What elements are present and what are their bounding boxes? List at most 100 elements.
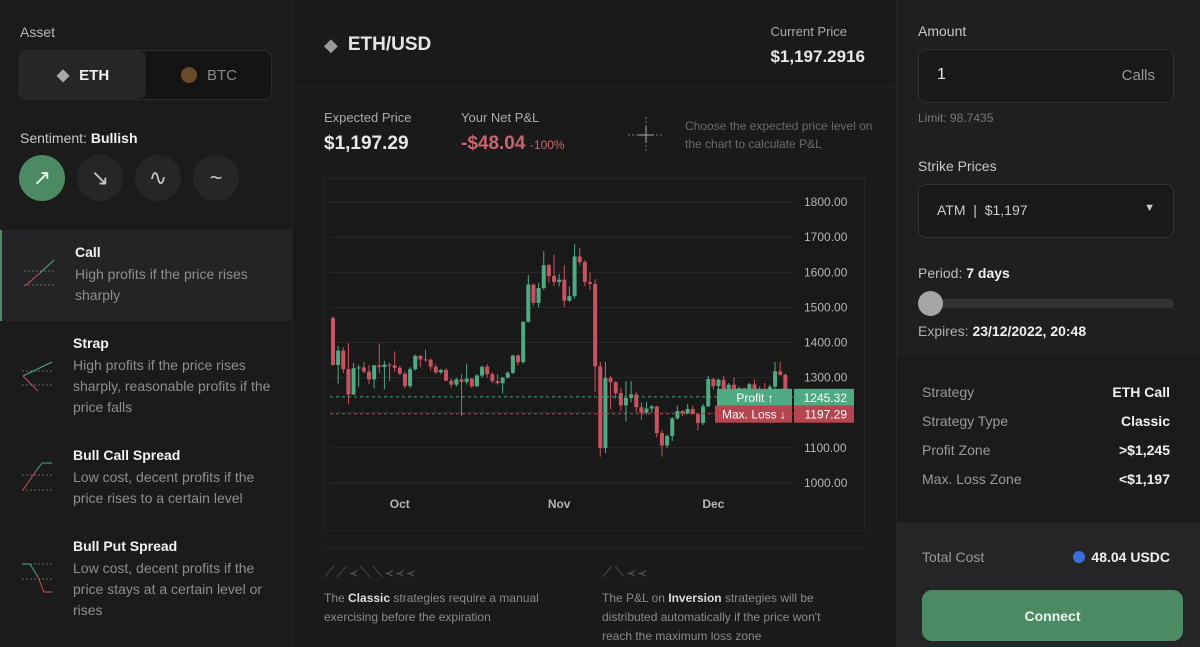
candle (685, 408, 690, 414)
candle (783, 374, 788, 390)
candle (711, 379, 716, 387)
crosshair-icon (628, 117, 664, 153)
candle (351, 368, 356, 395)
sentiment-volatile-button[interactable]: ∿ (135, 155, 181, 201)
left-panel: Asset ◆ ETH BTC Sentiment: Bullish ↗ ↘ ∿ … (0, 0, 293, 647)
candle (418, 355, 423, 360)
total-cost-value: 48.04 USDC (1091, 549, 1170, 565)
connect-button[interactable]: Connect (922, 590, 1183, 641)
level-value: 1245.32 (804, 391, 848, 405)
candle (346, 369, 351, 395)
period-label-text: Period: (918, 265, 963, 281)
sentiment-bearish-button[interactable]: ↘ (77, 155, 123, 201)
x-tick-label: Nov (548, 497, 571, 511)
period-slider[interactable] (918, 291, 1174, 316)
bull-call-spread-payoff-icon (22, 462, 52, 491)
candle (444, 369, 449, 381)
total-cost: Total Cost 48.04 USDC (922, 549, 1170, 565)
strategy-strap[interactable]: Strap High profits if the price rises sh… (0, 335, 293, 418)
candle (490, 374, 495, 382)
candle (644, 408, 649, 413)
strike-select[interactable]: ATM | $1,197 ▼ (918, 184, 1174, 238)
asset-eth[interactable]: ◆ ETH (20, 51, 146, 99)
strategy-title: Bull Put Spread (73, 538, 178, 554)
candle (598, 366, 603, 448)
y-tick-label: 1100.00 (804, 441, 847, 455)
candle (392, 365, 397, 368)
bull-put-spread-payoff-icon (22, 563, 52, 593)
period-slider-handle[interactable] (918, 291, 943, 316)
summary-key: Profit Zone (922, 442, 991, 458)
candle (521, 321, 526, 363)
expected-price-value: $1,197.29 (324, 133, 409, 154)
inversion-strategies-icons: ⟋⟍≺≺ (602, 564, 649, 581)
sentiment-neutral-button[interactable]: ~ (193, 155, 239, 201)
candle (402, 373, 407, 387)
candle (438, 369, 443, 373)
summary-key: Strategy (922, 384, 975, 400)
strategy-call[interactable]: Call High profits if the price rises sha… (0, 230, 293, 321)
sentiment-value: Bullish (90, 130, 138, 146)
current-price-value: $1,197.2916 (770, 47, 865, 66)
summary-value: >$1,245 (1119, 442, 1170, 458)
summary-profit-zone: Profit Zone >$1,245 (922, 442, 1170, 458)
candle (413, 355, 418, 370)
pair-header: ◆ ETH/USD (324, 34, 431, 56)
summary-strategy-type: Strategy Type Classic (922, 413, 1170, 429)
amount-input[interactable]: 1 Calls (918, 49, 1174, 103)
price-chart[interactable]: 1800.00 1700.00 1600.00 1500.00 1400.00 1300.… (324, 178, 865, 531)
candle (608, 377, 613, 383)
y-tick-label: 1500.00 (804, 300, 848, 314)
strike-label: Strike Prices (918, 158, 997, 174)
candle (649, 406, 654, 409)
asset-label: Asset (20, 24, 56, 40)
summary-key: Strategy Type (922, 413, 1009, 429)
candle (541, 265, 546, 289)
candle (572, 256, 577, 297)
strategy-desc: High profits if the price rises sharply,… (73, 357, 271, 415)
chart-hint: Choose the expected price level on the c… (685, 119, 873, 151)
wave-icon: ∿ (148, 165, 168, 190)
summary-max-loss-zone: Max. Loss Zone <$1,197 (922, 471, 1170, 487)
strategy-bull-call-spread[interactable]: Bull Call Spread Low cost, decent profit… (0, 447, 293, 509)
strategy-title: Strap (73, 335, 109, 351)
summary-value: <$1,197 (1119, 471, 1170, 487)
candle (639, 407, 644, 413)
candle (552, 276, 557, 283)
arrow-up-right-icon: ↗ (32, 165, 52, 190)
candle (536, 288, 541, 303)
period-label: Period: 7 days (918, 265, 1010, 281)
candle (618, 393, 623, 406)
candle (670, 418, 675, 436)
chevron-down-icon: ▼ (1144, 202, 1155, 214)
divider (324, 548, 865, 549)
expires-value: 23/12/2022, 20:48 (972, 323, 1087, 339)
sentiment-bullish-button[interactable]: ↗ (19, 155, 65, 201)
candle (659, 433, 664, 446)
candle (495, 381, 500, 384)
amount-limit: Limit: 98.7435 (918, 111, 994, 125)
net-pnl: Your Net P&L -$48.04 -100% (461, 110, 565, 155)
candle (623, 397, 628, 406)
candle (485, 366, 490, 375)
candle (516, 355, 521, 363)
main-panel: ◆ ETH/USD Current Price $1,197.2916 Expe… (294, 0, 895, 647)
note-text: The P&L on (602, 591, 669, 605)
candlestick-chart[interactable]: 1800.00 1700.00 1600.00 1500.00 1400.00 1300.… (325, 179, 866, 532)
strategy-bull-put-spread[interactable]: Bull Put Spread Low cost, decent profits… (0, 538, 293, 621)
expected-price-label: Expected Price (324, 110, 412, 125)
asset-btc[interactable]: BTC (146, 51, 272, 99)
ethereum-icon: ◆ (324, 34, 338, 55)
strategy-desc: Low cost, decent profits if the price ri… (73, 469, 255, 506)
current-price: Current Price $1,197.2916 (770, 24, 865, 67)
summary-strategy: Strategy ETH Call (922, 384, 1170, 400)
candle (459, 379, 464, 382)
tilde-icon: ~ (209, 165, 223, 190)
candle (366, 371, 371, 380)
candle (480, 366, 485, 376)
level-label: Max. Loss ↓ (722, 408, 786, 422)
candle (454, 379, 459, 385)
note-bold: Classic (348, 591, 391, 605)
divider (294, 86, 895, 87)
asset-eth-label: ETH (79, 66, 110, 84)
